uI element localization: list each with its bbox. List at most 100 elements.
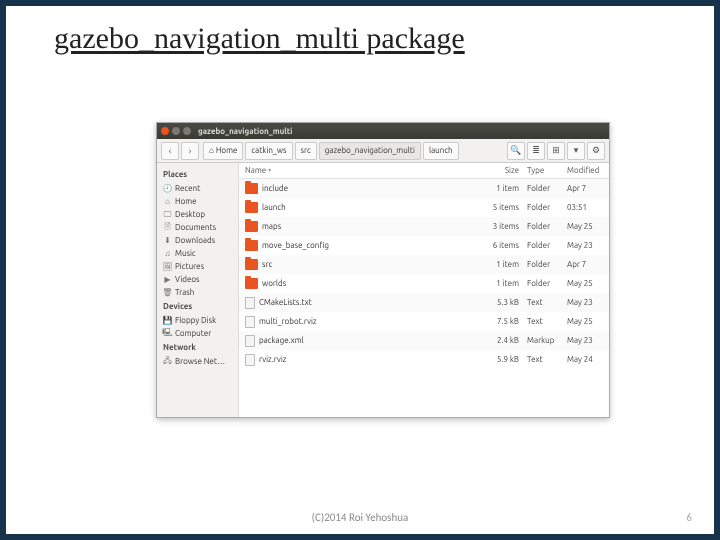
toolbar: ‹ › ⌂Homecatkin_wssrcgazebo_navigation_m…	[157, 139, 609, 163]
table-row[interactable]: CMakeLists.txt5.3 kBTextMay 23	[239, 293, 609, 312]
sidebar-item[interactable]: 🖼Pictures	[157, 260, 238, 273]
file-modified: Apr 7	[563, 260, 609, 269]
sidebar-item-label: Floppy Disk	[175, 316, 216, 325]
file-type: Text	[523, 298, 563, 307]
sidebar-item[interactable]: 🕘Recent	[157, 182, 238, 195]
file-name: CMakeLists.txt	[259, 298, 312, 307]
table-row[interactable]: launch5 itemsFolder03:51	[239, 198, 609, 217]
search-button[interactable]: 🔍	[507, 142, 525, 160]
table-row[interactable]: move_base_config 6 itemsFolderMay 23	[239, 236, 609, 255]
sidebar-item-label: Trash	[175, 288, 194, 297]
sidebar-item-icon: 🕘	[163, 184, 172, 193]
table-row[interactable]: maps3 itemsFolderMay 25	[239, 217, 609, 236]
column-size[interactable]: Size	[477, 163, 523, 178]
close-icon[interactable]	[161, 127, 169, 135]
sidebar-item-icon: 🖼	[163, 262, 172, 271]
file-modified: Apr 7	[563, 184, 609, 193]
home-icon: ⌂	[209, 146, 214, 155]
file-size: 5.9 kB	[477, 355, 523, 364]
sidebar-item[interactable]: ⬇Downloads	[157, 234, 238, 247]
view-menu-button[interactable]: ▾	[567, 142, 585, 160]
folder-icon	[245, 221, 258, 232]
sidebar-item-icon: ▶	[163, 275, 172, 284]
window-titlebar: gazebo_navigation_multi	[157, 123, 609, 139]
file-icon	[245, 316, 255, 328]
breadcrumb-item[interactable]: gazebo_navigation_multi	[319, 142, 421, 160]
file-name: move_base_config	[262, 241, 329, 250]
file-modified: May 23	[563, 241, 609, 250]
sidebar-item-label: Home	[175, 197, 197, 206]
sidebar-item-icon: ♫	[163, 249, 172, 258]
sidebar-item[interactable]: 🖵Desktop	[157, 208, 238, 221]
file-manager-window: gazebo_navigation_multi ‹ › ⌂Homecatkin_…	[156, 122, 610, 418]
sidebar-item-icon: 🖵	[163, 210, 172, 219]
file-type: Folder	[523, 184, 563, 193]
folder-icon	[245, 240, 258, 251]
sidebar: Places🕘Recent⌂Home🖵Desktop🗎Documents⬇Dow…	[157, 163, 239, 417]
table-row[interactable]: rviz.rviz5.9 kBTextMay 24	[239, 350, 609, 369]
file-name: rviz.rviz	[259, 355, 286, 364]
minimize-icon[interactable]	[172, 127, 180, 135]
sidebar-item-icon: 🖧	[163, 357, 172, 366]
sidebar-item[interactable]: 🖧Browse Net…	[157, 355, 238, 368]
view-grid-button[interactable]: ⊞	[547, 142, 565, 160]
file-name: launch	[262, 203, 286, 212]
file-size: 3 items	[477, 222, 523, 231]
sidebar-item[interactable]: 🖳Computer	[157, 327, 238, 340]
sidebar-item-icon: 💾	[163, 316, 172, 325]
table-row[interactable]: src1 itemFolderApr 7	[239, 255, 609, 274]
sidebar-item-icon: ⌂	[163, 197, 172, 206]
gear-icon[interactable]: ⚙	[587, 142, 605, 160]
view-list-button[interactable]: ≣	[527, 142, 545, 160]
sidebar-item-label: Downloads	[175, 236, 215, 245]
column-modified[interactable]: Modified	[563, 163, 609, 178]
sidebar-item[interactable]: 💾Floppy Disk	[157, 314, 238, 327]
sidebar-item-icon: ⬇	[163, 236, 172, 245]
file-icon	[245, 335, 255, 347]
back-button[interactable]: ‹	[161, 142, 179, 160]
folder-icon	[245, 202, 258, 213]
file-name: maps	[262, 222, 281, 231]
file-size: 1 item	[477, 279, 523, 288]
sidebar-item[interactable]: ⌂Home	[157, 195, 238, 208]
table-row[interactable]: include1 itemFolderApr 7	[239, 179, 609, 198]
file-name: worlds	[262, 279, 286, 288]
file-name: multi_robot.rviz	[259, 317, 317, 326]
breadcrumb-item[interactable]: src	[295, 142, 317, 160]
file-modified: May 25	[563, 279, 609, 288]
breadcrumb-item[interactable]: ⌂Home	[203, 142, 243, 160]
sidebar-item[interactable]: ▶Videos	[157, 273, 238, 286]
file-modified: May 23	[563, 336, 609, 345]
forward-button[interactable]: ›	[181, 142, 199, 160]
file-size: 6 items	[477, 241, 523, 250]
column-headers: Name▾ Size Type Modified	[239, 163, 609, 179]
table-row[interactable]: package.xml2.4 kBMarkupMay 23	[239, 331, 609, 350]
table-row[interactable]: multi_robot.rviz7.5 kBTextMay 25	[239, 312, 609, 331]
sidebar-item-icon: 🖳	[163, 329, 172, 338]
file-size: 1 item	[477, 184, 523, 193]
file-type: Folder	[523, 241, 563, 250]
sidebar-item[interactable]: 🗎Documents	[157, 221, 238, 234]
file-size: 7.5 kB	[477, 317, 523, 326]
sidebar-item-label: Desktop	[175, 210, 205, 219]
sort-asc-icon: ▾	[268, 167, 271, 174]
column-name[interactable]: Name▾	[239, 163, 477, 178]
slide-footer: (C)2014 Roi Yehoshua	[6, 511, 714, 524]
file-type: Text	[523, 317, 563, 326]
column-type[interactable]: Type	[523, 163, 563, 178]
file-list: Name▾ Size Type Modified include1 itemFo…	[239, 163, 609, 417]
slide-title: gazebo_navigation_multi package	[6, 6, 714, 56]
file-size: 5.3 kB	[477, 298, 523, 307]
file-modified: May 25	[563, 222, 609, 231]
folder-icon	[245, 183, 258, 194]
breadcrumb-item[interactable]: catkin_ws	[245, 142, 292, 160]
breadcrumb-item[interactable]: launch	[423, 142, 459, 160]
sidebar-item[interactable]: 🗑Trash	[157, 286, 238, 299]
file-type: Text	[523, 355, 563, 364]
maximize-icon[interactable]	[183, 127, 191, 135]
sidebar-item[interactable]: ♫Music	[157, 247, 238, 260]
sidebar-item-label: Music	[175, 249, 196, 258]
table-row[interactable]: worlds 1 itemFolderMay 25	[239, 274, 609, 293]
file-type: Folder	[523, 279, 563, 288]
file-icon	[245, 297, 255, 309]
